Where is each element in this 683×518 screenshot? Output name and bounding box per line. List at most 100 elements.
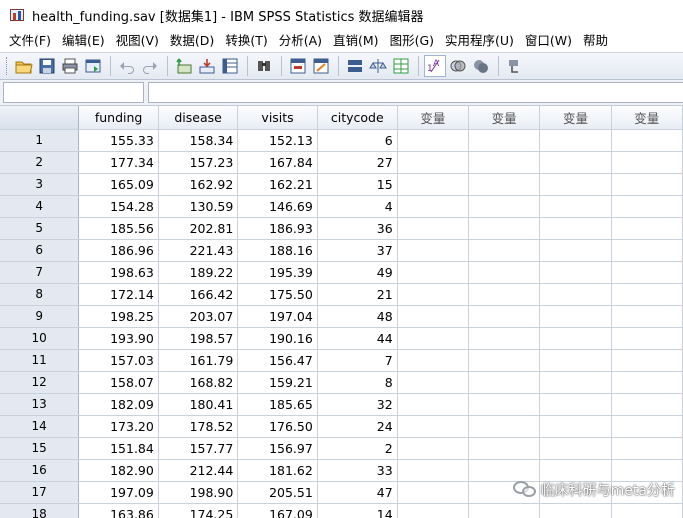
column-header[interactable]: citycode	[317, 106, 398, 130]
row-header[interactable]: 12	[0, 371, 80, 394]
column-header[interactable]: disease	[158, 106, 239, 130]
menu-data[interactable]: 数据(D)	[165, 30, 220, 52]
data-cell-disease[interactable]: 161.79	[158, 349, 239, 372]
empty-cell[interactable]	[539, 349, 612, 372]
empty-cell[interactable]	[397, 129, 470, 152]
empty-cell[interactable]	[611, 261, 683, 284]
row-header[interactable]: 9	[0, 305, 80, 328]
data-cell-citycode[interactable]: 24	[317, 415, 398, 438]
goto-case-icon[interactable]	[173, 55, 195, 77]
empty-cell[interactable]	[539, 283, 612, 306]
data-cell-disease[interactable]: 180.41	[158, 393, 239, 416]
data-cell-disease[interactable]: 198.57	[158, 327, 239, 350]
data-cell-funding[interactable]: 165.09	[78, 173, 159, 196]
goto-variable-icon[interactable]	[196, 55, 218, 77]
menu-analyze[interactable]: 分析(A)	[274, 30, 328, 52]
empty-cell[interactable]	[397, 327, 470, 350]
data-cell-citycode[interactable]: 44	[317, 327, 398, 350]
empty-cell[interactable]	[468, 459, 541, 482]
data-cell-disease[interactable]: 221.43	[158, 239, 239, 262]
data-cell-citycode[interactable]: 37	[317, 239, 398, 262]
value-labels-icon[interactable]: 1A	[424, 55, 446, 77]
data-cell-visits[interactable]: 185.65	[237, 393, 318, 416]
empty-cell[interactable]	[468, 283, 541, 306]
save-icon[interactable]	[36, 55, 58, 77]
column-header[interactable]: funding	[78, 106, 159, 130]
empty-cell[interactable]	[539, 305, 612, 328]
empty-variable-header[interactable]: 变量	[468, 106, 541, 130]
data-cell-visits[interactable]: 156.47	[237, 349, 318, 372]
data-cell-disease[interactable]: 174.25	[158, 503, 239, 518]
empty-cell[interactable]	[468, 415, 541, 438]
dialog-recall-icon[interactable]	[82, 55, 104, 77]
empty-cell[interactable]	[539, 195, 612, 218]
empty-cell[interactable]	[539, 371, 612, 394]
empty-cell[interactable]	[611, 349, 683, 372]
data-cell-visits[interactable]: 197.04	[237, 305, 318, 328]
show-all-variables-icon[interactable]	[470, 55, 492, 77]
empty-cell[interactable]	[611, 437, 683, 460]
empty-cell[interactable]	[397, 195, 470, 218]
spell-check-icon[interactable]	[504, 55, 526, 77]
data-cell-disease[interactable]: 158.34	[158, 129, 239, 152]
row-header[interactable]: 17	[0, 481, 80, 504]
menu-help[interactable]: 帮助	[578, 30, 614, 52]
undo-icon[interactable]	[116, 55, 138, 77]
select-cases-icon[interactable]	[390, 55, 412, 77]
data-cell-citycode[interactable]: 14	[317, 503, 398, 518]
data-cell-citycode[interactable]: 7	[317, 349, 398, 372]
empty-cell[interactable]	[539, 503, 612, 518]
data-cell-funding[interactable]: 158.07	[78, 371, 159, 394]
empty-cell[interactable]	[539, 327, 612, 350]
data-cell-disease[interactable]: 130.59	[158, 195, 239, 218]
data-cell-visits[interactable]: 188.16	[237, 239, 318, 262]
empty-cell[interactable]	[468, 393, 541, 416]
print-icon[interactable]	[59, 55, 81, 77]
empty-cell[interactable]	[397, 173, 470, 196]
row-header[interactable]: 7	[0, 261, 80, 284]
data-cell-visits[interactable]: 195.39	[237, 261, 318, 284]
empty-variable-header[interactable]: 变量	[539, 106, 612, 130]
data-cell-funding[interactable]: 154.28	[78, 195, 159, 218]
data-cell-disease[interactable]: 157.23	[158, 151, 239, 174]
row-header[interactable]: 13	[0, 393, 80, 416]
data-cell-visits[interactable]: 156.97	[237, 437, 318, 460]
empty-cell[interactable]	[468, 261, 541, 284]
data-cell-disease[interactable]: 178.52	[158, 415, 239, 438]
empty-cell[interactable]	[611, 283, 683, 306]
row-header[interactable]: 8	[0, 283, 80, 306]
menu-direct-marketing[interactable]: 直销(M)	[328, 30, 385, 52]
data-cell-citycode[interactable]: 49	[317, 261, 398, 284]
data-cell-funding[interactable]: 198.63	[78, 261, 159, 284]
menu-view[interactable]: 视图(V)	[111, 30, 165, 52]
data-cell-visits[interactable]: 205.51	[237, 481, 318, 504]
empty-cell[interactable]	[397, 305, 470, 328]
empty-cell[interactable]	[539, 151, 612, 174]
data-cell-disease[interactable]: 202.81	[158, 217, 239, 240]
variables-icon[interactable]	[219, 55, 241, 77]
empty-cell[interactable]	[397, 415, 470, 438]
row-header[interactable]: 3	[0, 173, 80, 196]
empty-cell[interactable]	[397, 459, 470, 482]
insert-variable-icon[interactable]	[310, 55, 332, 77]
empty-cell[interactable]	[397, 481, 470, 504]
data-cell-funding[interactable]: 172.14	[78, 283, 159, 306]
empty-cell[interactable]	[397, 261, 470, 284]
data-cell-funding[interactable]: 185.56	[78, 217, 159, 240]
data-cell-citycode[interactable]: 47	[317, 481, 398, 504]
data-cell-visits[interactable]: 146.69	[237, 195, 318, 218]
empty-cell[interactable]	[397, 393, 470, 416]
empty-cell[interactable]	[611, 415, 683, 438]
data-cell-disease[interactable]: 212.44	[158, 459, 239, 482]
data-cell-funding[interactable]: 182.09	[78, 393, 159, 416]
data-cell-disease[interactable]: 162.92	[158, 173, 239, 196]
menu-graphs[interactable]: 图形(G)	[385, 30, 440, 52]
data-cell-disease[interactable]: 198.90	[158, 481, 239, 504]
empty-cell[interactable]	[611, 217, 683, 240]
data-cell-visits[interactable]: 181.62	[237, 459, 318, 482]
empty-cell[interactable]	[611, 393, 683, 416]
empty-cell[interactable]	[611, 173, 683, 196]
empty-cell[interactable]	[468, 327, 541, 350]
row-header[interactable]: 6	[0, 239, 80, 262]
empty-cell[interactable]	[539, 437, 612, 460]
